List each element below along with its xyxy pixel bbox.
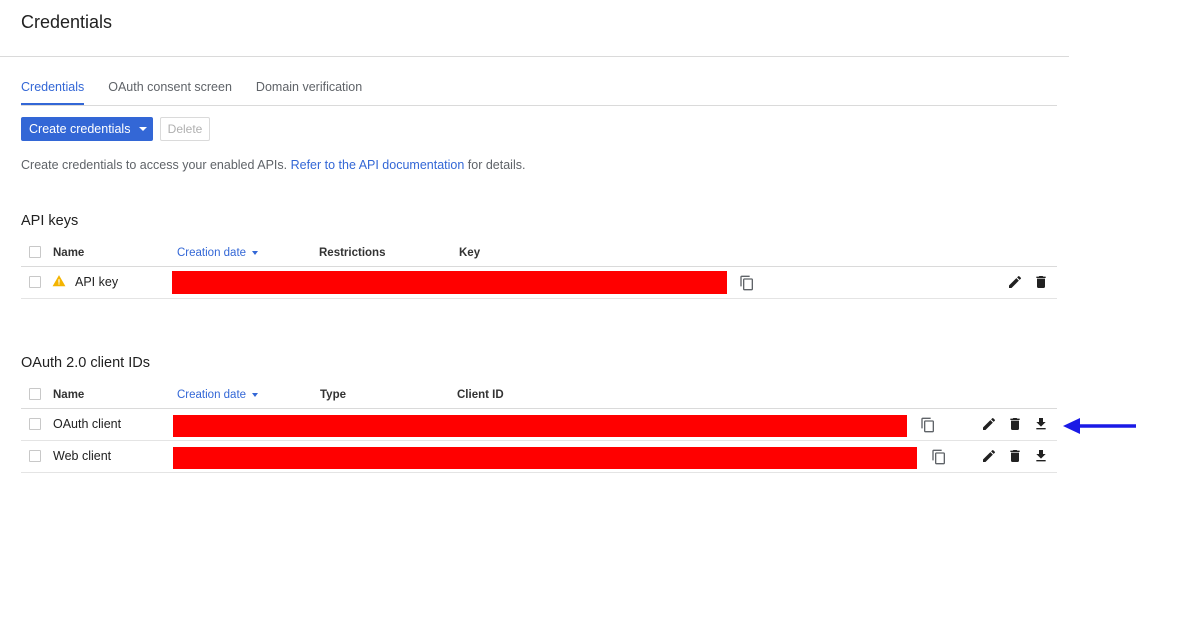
column-name: Name: [53, 247, 85, 259]
annotation-arrow-icon: [1063, 418, 1136, 434]
tab-bar: Credentials OAuth consent screen Domain …: [21, 80, 386, 105]
edit-icon[interactable]: [981, 448, 997, 464]
column-creation-date[interactable]: Creation date: [177, 247, 259, 259]
copy-icon[interactable]: [920, 417, 936, 433]
column-restrictions: Restrictions: [319, 247, 386, 259]
page-title: Credentials: [21, 12, 113, 32]
delete-icon[interactable]: [1007, 416, 1023, 432]
row-checkbox[interactable]: [29, 276, 41, 288]
delete-icon[interactable]: [1007, 448, 1023, 464]
sort-down-icon: [252, 392, 259, 397]
oauth-header-row: Name Creation date Type Client ID: [21, 383, 1057, 409]
description-prefix: Create credentials to access your enable…: [21, 158, 291, 172]
create-credentials-button[interactable]: Create credentials: [21, 117, 153, 141]
api-keys-title: API keys: [21, 213, 79, 229]
description-suffix: for details.: [464, 158, 526, 172]
warning-icon: [52, 275, 66, 287]
sort-down-icon: [252, 250, 259, 255]
oauth-client-ids-title: OAuth 2.0 client IDs: [21, 355, 150, 371]
redacted-client-id: [173, 415, 907, 437]
column-name: Name: [53, 389, 85, 401]
table-row: OAuth client: [21, 409, 1057, 441]
select-all-oauth-checkbox[interactable]: [29, 388, 41, 400]
table-row: Web client: [21, 441, 1057, 473]
column-creation-date[interactable]: Creation date: [177, 389, 259, 401]
dropdown-caret-icon: [139, 127, 148, 131]
column-creation-date-label: Creation date: [177, 389, 247, 401]
column-key: Key: [459, 247, 481, 259]
column-type: Type: [320, 389, 346, 401]
tab-domain-verification[interactable]: Domain verification: [256, 80, 362, 105]
tab-oauth-consent-screen[interactable]: OAuth consent screen: [108, 80, 232, 105]
table-row: API key: [21, 267, 1057, 299]
tabs-divider: [21, 105, 1057, 106]
tab-credentials[interactable]: Credentials: [21, 80, 85, 105]
row-name[interactable]: OAuth client: [53, 417, 121, 431]
column-creation-date-label: Creation date: [177, 247, 247, 259]
description-text: Create credentials to access your enable…: [21, 158, 525, 172]
row-checkbox[interactable]: [29, 450, 41, 462]
create-credentials-label: Create credentials: [29, 122, 131, 136]
column-client-id: Client ID: [457, 389, 504, 401]
api-documentation-link[interactable]: Refer to the API documentation: [291, 158, 465, 172]
redacted-client-id: [173, 447, 917, 469]
delete-icon[interactable]: [1033, 274, 1049, 290]
header-divider: [0, 56, 1069, 57]
delete-button: Delete: [160, 117, 210, 141]
download-icon[interactable]: [1033, 448, 1049, 464]
copy-icon[interactable]: [931, 449, 947, 465]
row-name[interactable]: API key: [75, 275, 118, 289]
select-all-api-keys-checkbox[interactable]: [29, 246, 41, 258]
api-keys-header-row: Name Creation date Restrictions Key: [21, 241, 1057, 267]
row-name[interactable]: Web client: [53, 449, 111, 463]
redacted-key: [172, 271, 727, 294]
row-checkbox[interactable]: [29, 418, 41, 430]
edit-icon[interactable]: [981, 416, 997, 432]
download-icon[interactable]: [1033, 416, 1049, 432]
copy-icon[interactable]: [739, 275, 755, 291]
edit-icon[interactable]: [1007, 274, 1023, 290]
